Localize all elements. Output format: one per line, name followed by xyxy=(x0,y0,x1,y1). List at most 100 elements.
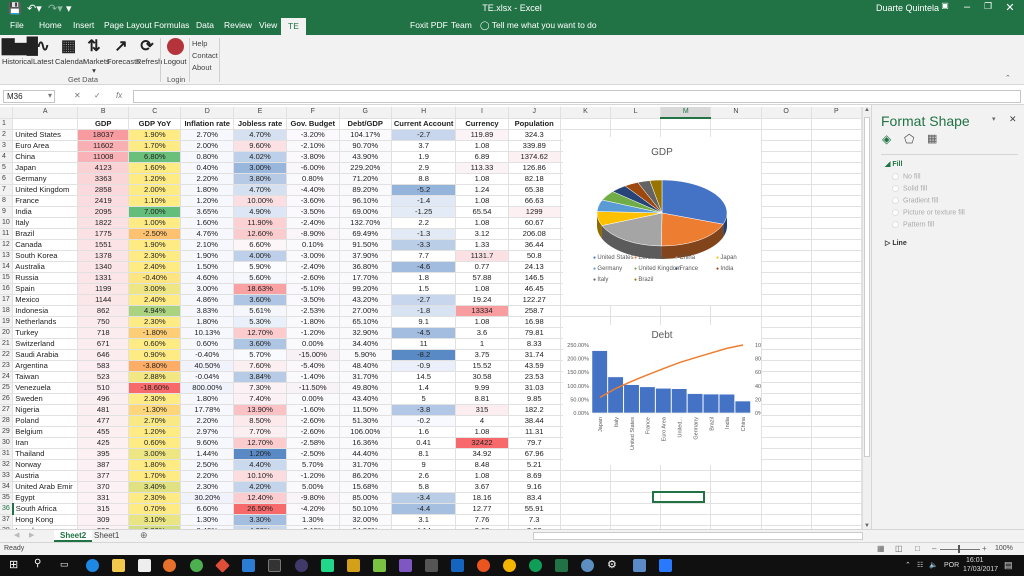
data-cell[interactable]: 69.49% xyxy=(339,228,392,240)
data-cell[interactable]: 2.00% xyxy=(128,184,182,196)
line-section-toggle[interactable]: ▷ Line xyxy=(885,239,907,247)
row-header[interactable]: 31 xyxy=(0,448,14,460)
data-cell[interactable]: -0.2 xyxy=(391,415,457,427)
data-cell[interactable]: 1.08 xyxy=(455,316,509,328)
data-cell[interactable]: 331 xyxy=(77,492,130,504)
tab-foxit-pdf[interactable]: Foxit PDF xyxy=(406,20,452,30)
data-cell[interactable]: 11 xyxy=(391,338,457,350)
data-cell[interactable]: -3.60% xyxy=(286,195,340,207)
country-cell[interactable]: Belgium xyxy=(12,426,79,438)
cell[interactable] xyxy=(811,503,862,515)
data-cell[interactable]: 31.74 xyxy=(508,349,561,361)
next-sheet-icon[interactable]: ▶ xyxy=(29,531,34,539)
data-cell[interactable]: 5.70% xyxy=(233,349,287,361)
data-cell[interactable]: 0.60% xyxy=(180,338,235,350)
data-cell[interactable]: 0.70% xyxy=(128,503,182,515)
data-cell[interactable]: -2.10% xyxy=(286,140,340,152)
cell[interactable] xyxy=(610,305,662,317)
zoom-slider-thumb[interactable] xyxy=(958,545,960,553)
data-cell[interactable]: 38.44 xyxy=(508,415,561,427)
data-cell[interactable]: -9.80% xyxy=(286,492,340,504)
data-cell[interactable]: 126.86 xyxy=(508,162,561,174)
data-cell[interactable]: 3.60% xyxy=(233,338,287,350)
data-cell[interactable]: 9.99 xyxy=(455,382,509,394)
data-cell[interactable]: 32.90% xyxy=(339,327,392,339)
data-cell[interactable]: 3.1 xyxy=(391,514,457,526)
data-cell[interactable]: 5.21 xyxy=(508,459,561,471)
cell[interactable] xyxy=(560,492,612,504)
data-cell[interactable]: 146.5 xyxy=(508,272,561,284)
data-cell[interactable]: 4 xyxy=(455,415,509,427)
data-cell[interactable]: 67.96 xyxy=(508,448,561,460)
country-cell[interactable]: Mexico xyxy=(12,294,79,306)
data-cell[interactable]: 3.60% xyxy=(233,294,287,306)
header-cell[interactable]: Inflation rate xyxy=(180,118,235,130)
cell[interactable] xyxy=(761,492,812,504)
settings-gear-icon[interactable]: ⚙ xyxy=(607,558,617,571)
data-cell[interactable]: 2.00% xyxy=(180,140,235,152)
cell[interactable] xyxy=(710,503,762,515)
cell[interactable] xyxy=(761,503,812,515)
country-cell[interactable]: Indonesia xyxy=(12,305,79,317)
data-cell[interactable]: 6.60% xyxy=(233,239,287,251)
cell[interactable] xyxy=(811,426,862,438)
page-break-view-icon[interactable]: □ xyxy=(915,544,920,553)
pycharm-icon[interactable] xyxy=(321,559,334,572)
country-cell[interactable]: Russia xyxy=(12,272,79,284)
data-cell[interactable]: 1.9 xyxy=(391,151,457,163)
fill-section-toggle[interactable]: ◢ Fill xyxy=(885,160,902,168)
data-cell[interactable]: 1.50% xyxy=(180,261,235,273)
data-cell[interactable]: 0.80% xyxy=(180,151,235,163)
historical-button[interactable]: ▇▅█ Historical xyxy=(2,38,38,66)
chrome-icon[interactable] xyxy=(190,559,203,572)
data-cell[interactable]: -2.50% xyxy=(286,448,340,460)
country-cell[interactable]: Spain xyxy=(12,283,79,295)
panel-close-icon[interactable]: ✕ xyxy=(1009,114,1017,125)
data-cell[interactable]: 2.70% xyxy=(180,129,235,141)
action-center-icon[interactable]: ▤ xyxy=(1004,560,1013,571)
minimize-icon[interactable]: – xyxy=(957,1,977,13)
column-header[interactable]: C xyxy=(128,107,182,119)
data-cell[interactable]: 79.81 xyxy=(508,327,561,339)
row-header[interactable]: 5 xyxy=(0,162,14,174)
country-cell[interactable]: Austria xyxy=(12,470,79,482)
data-cell[interactable]: 1.5 xyxy=(391,283,457,295)
data-cell[interactable]: 523 xyxy=(77,371,130,383)
solid-fill-radio[interactable]: Solid fill xyxy=(892,185,927,192)
latest-button[interactable]: ∿ Latest xyxy=(33,38,53,66)
data-cell[interactable]: 36.80% xyxy=(339,261,392,273)
data-cell[interactable]: 1.20% xyxy=(128,426,182,438)
spreadsheet-grid[interactable]: ABCDEFGHIJKLMNOP 1 GDP GDP YoY Inflation ra… xyxy=(0,107,862,529)
cell[interactable] xyxy=(811,338,862,350)
name-box-dropdown-icon[interactable]: ▾ xyxy=(48,91,52,100)
column-header[interactable]: I xyxy=(455,107,509,119)
cell[interactable] xyxy=(811,272,862,284)
data-cell[interactable]: 0.00% xyxy=(286,393,340,405)
data-cell[interactable]: 3.00% xyxy=(233,162,287,174)
data-cell[interactable]: 32422 xyxy=(455,437,509,449)
data-cell[interactable]: -3.8 xyxy=(391,404,457,416)
data-cell[interactable]: 2.30% xyxy=(180,481,235,493)
help-link[interactable]: Help xyxy=(192,39,207,48)
country-cell[interactable]: Japan xyxy=(12,162,79,174)
security-shield-icon[interactable] xyxy=(659,559,672,572)
data-cell[interactable]: 106.00% xyxy=(339,426,392,438)
data-cell[interactable]: 1.20% xyxy=(128,173,182,185)
user-name[interactable]: Duarte Quintela xyxy=(876,3,939,13)
data-cell[interactable]: 16.36% xyxy=(339,437,392,449)
column-header[interactable]: P xyxy=(811,107,862,119)
cell[interactable] xyxy=(660,118,712,130)
country-cell[interactable]: Netherlands xyxy=(12,316,79,328)
row-header[interactable]: 12 xyxy=(0,239,14,251)
data-cell[interactable]: 11602 xyxy=(77,140,130,152)
data-cell[interactable]: 2.20% xyxy=(180,470,235,482)
formula-input[interactable] xyxy=(133,90,1021,103)
row-header[interactable]: 8 xyxy=(0,195,14,207)
no-fill-radio[interactable]: No fill xyxy=(892,173,921,180)
about-link[interactable]: About xyxy=(192,63,212,72)
cell[interactable] xyxy=(761,239,812,251)
data-cell[interactable]: -2.7 xyxy=(391,294,457,306)
file-explorer-icon[interactable] xyxy=(112,559,125,572)
data-cell[interactable]: 8.50% xyxy=(233,415,287,427)
data-cell[interactable]: 3.83% xyxy=(180,305,235,317)
